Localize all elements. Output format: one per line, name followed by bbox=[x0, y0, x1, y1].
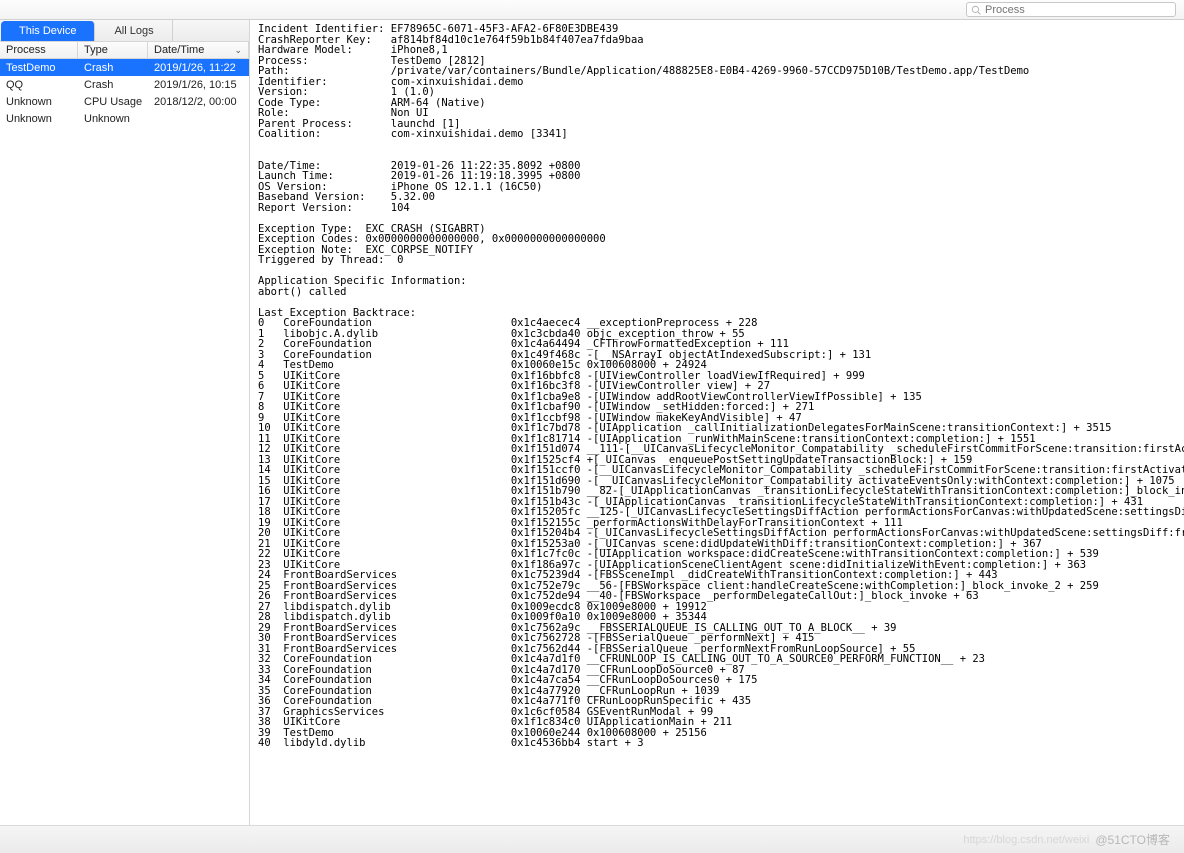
sidebar-tabs: This Device All Logs bbox=[0, 20, 249, 42]
process-list[interactable]: TestDemo Crash 2019/1/26, 11:22 QQ Crash… bbox=[0, 59, 249, 825]
column-headers: Process Type Date/Time ⌄ bbox=[0, 42, 249, 59]
cell-process: Unknown bbox=[0, 113, 78, 125]
watermark-faint: https://blog.csdn.net/weixi bbox=[963, 834, 1089, 846]
cell-type: Crash bbox=[78, 62, 148, 74]
col-process[interactable]: Process bbox=[0, 42, 78, 58]
watermark-brand: @51CTO博客 bbox=[1095, 831, 1170, 848]
cell-process: QQ bbox=[0, 79, 78, 91]
table-row[interactable]: Unknown Unknown bbox=[0, 110, 249, 127]
sort-indicator-icon: ⌄ bbox=[234, 45, 242, 56]
table-row[interactable]: TestDemo Crash 2019/1/26, 11:22 bbox=[0, 59, 249, 76]
sidebar: This Device All Logs Process Type Date/T… bbox=[0, 20, 250, 825]
cell-process: Unknown bbox=[0, 96, 78, 108]
search-field[interactable] bbox=[966, 2, 1176, 17]
table-row[interactable]: Unknown CPU Usage 2018/12/2, 00:00 bbox=[0, 93, 249, 110]
footer: https://blog.csdn.net/weixi @51CTO博客 bbox=[0, 825, 1184, 853]
search-icon bbox=[971, 5, 981, 15]
col-type[interactable]: Type bbox=[78, 42, 148, 58]
col-date[interactable]: Date/Time ⌄ bbox=[148, 42, 249, 58]
cell-process: TestDemo bbox=[0, 62, 78, 74]
col-date-label: Date/Time bbox=[154, 44, 204, 56]
cell-date: 2019/1/26, 10:15 bbox=[148, 79, 249, 91]
tab-this-device[interactable]: This Device bbox=[1, 21, 95, 41]
toolbar bbox=[0, 0, 1184, 20]
cell-type: CPU Usage bbox=[78, 96, 148, 108]
cell-type: Unknown bbox=[78, 113, 148, 125]
table-row[interactable]: QQ Crash 2019/1/26, 10:15 bbox=[0, 76, 249, 93]
crash-log[interactable]: Incident Identifier: EF78965C-6071-45F3-… bbox=[250, 20, 1184, 825]
tab-all-logs[interactable]: All Logs bbox=[96, 20, 172, 41]
cell-date: 2019/1/26, 11:22 bbox=[148, 62, 249, 74]
cell-date: 2018/12/2, 00:00 bbox=[148, 96, 249, 108]
cell-type: Crash bbox=[78, 79, 148, 91]
search-input[interactable] bbox=[981, 4, 1171, 16]
